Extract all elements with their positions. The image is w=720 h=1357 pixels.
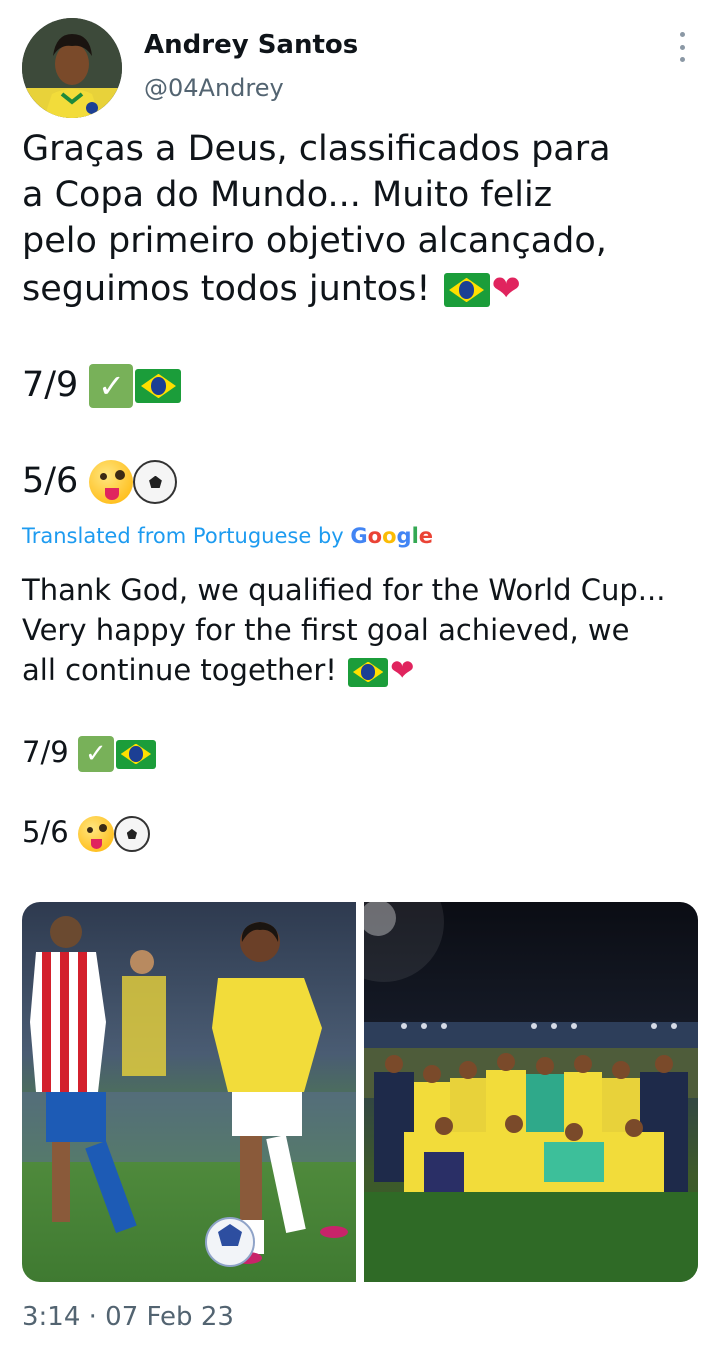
translation-line-1: Thank God, we qualified for the World Cu… bbox=[22, 573, 666, 607]
brazil-flag-icon bbox=[115, 739, 156, 769]
translated-label[interactable]: Translated from Portuguese by Google bbox=[22, 524, 433, 548]
translation-line-2: Very happy for the first goal achieved, … bbox=[22, 613, 630, 647]
red-heart-icon: ❤ bbox=[390, 653, 415, 687]
translated-label-text: Translated from Portuguese by bbox=[22, 524, 344, 548]
tweet-text-line-3: pelo primeiro objetivo alcançado, bbox=[22, 221, 607, 261]
translation-line-3-text: all continue together! bbox=[22, 653, 337, 687]
brazil-flag-icon bbox=[348, 657, 389, 687]
media-grid bbox=[22, 902, 698, 1282]
tweet-text-line-2: a Copa do Mundo... Muito feliz bbox=[22, 175, 553, 215]
translation-stat-line-2: 5/6 bbox=[22, 812, 150, 852]
translation-stat-line-1: 7/9 ✓ bbox=[22, 732, 158, 772]
tweet-timestamp[interactable]: 3:14 · 07 Feb 23 bbox=[22, 1302, 234, 1332]
photo-player-dribbling[interactable] bbox=[22, 902, 356, 1282]
photo-team-celebration[interactable] bbox=[364, 902, 698, 1282]
zany-face-icon bbox=[77, 816, 114, 852]
check-mark-icon: ✓ bbox=[77, 736, 114, 772]
tweet-text-line-1: Graças a Deus, classificados para bbox=[22, 129, 611, 169]
tweet-stat-2: 5/6 bbox=[22, 461, 79, 501]
tweet-stat-line-2: 5/6 bbox=[22, 458, 178, 504]
more-vertical-icon[interactable] bbox=[670, 32, 694, 62]
translation-stat-2: 5/6 bbox=[22, 815, 69, 849]
avatar[interactable] bbox=[22, 18, 122, 118]
translation-stat-1: 7/9 bbox=[22, 735, 69, 769]
red-heart-icon: ❤ bbox=[491, 269, 521, 309]
tweet-stat-line-1: 7/9 ✓ bbox=[22, 362, 183, 408]
zany-face-icon bbox=[89, 460, 134, 504]
translation-line-3: all continue together! ❤ bbox=[22, 650, 414, 690]
tweet-stat-1: 7/9 bbox=[22, 365, 79, 405]
tweet-text-line-4: seguimos todos juntos! ❤ bbox=[22, 266, 521, 312]
check-mark-icon: ✓ bbox=[89, 364, 134, 408]
author-handle[interactable]: @04Andrey bbox=[144, 74, 284, 102]
soccer-ball-icon bbox=[113, 816, 150, 852]
soccer-ball-icon bbox=[133, 460, 178, 504]
tweet-header: Andrey Santos @04Andrey bbox=[22, 18, 698, 118]
tweet-text-line-4-text: seguimos todos juntos! bbox=[22, 269, 431, 309]
brazil-flag-icon bbox=[135, 369, 182, 403]
google-logo: Google bbox=[350, 524, 434, 548]
brazil-flag-icon bbox=[443, 273, 490, 307]
author-name[interactable]: Andrey Santos bbox=[144, 30, 358, 60]
